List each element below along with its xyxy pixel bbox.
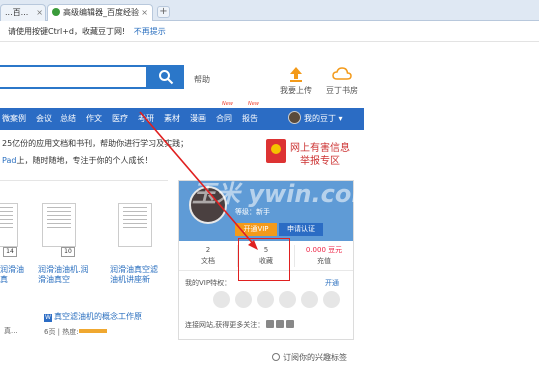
annotation-arrow [139,111,258,250]
